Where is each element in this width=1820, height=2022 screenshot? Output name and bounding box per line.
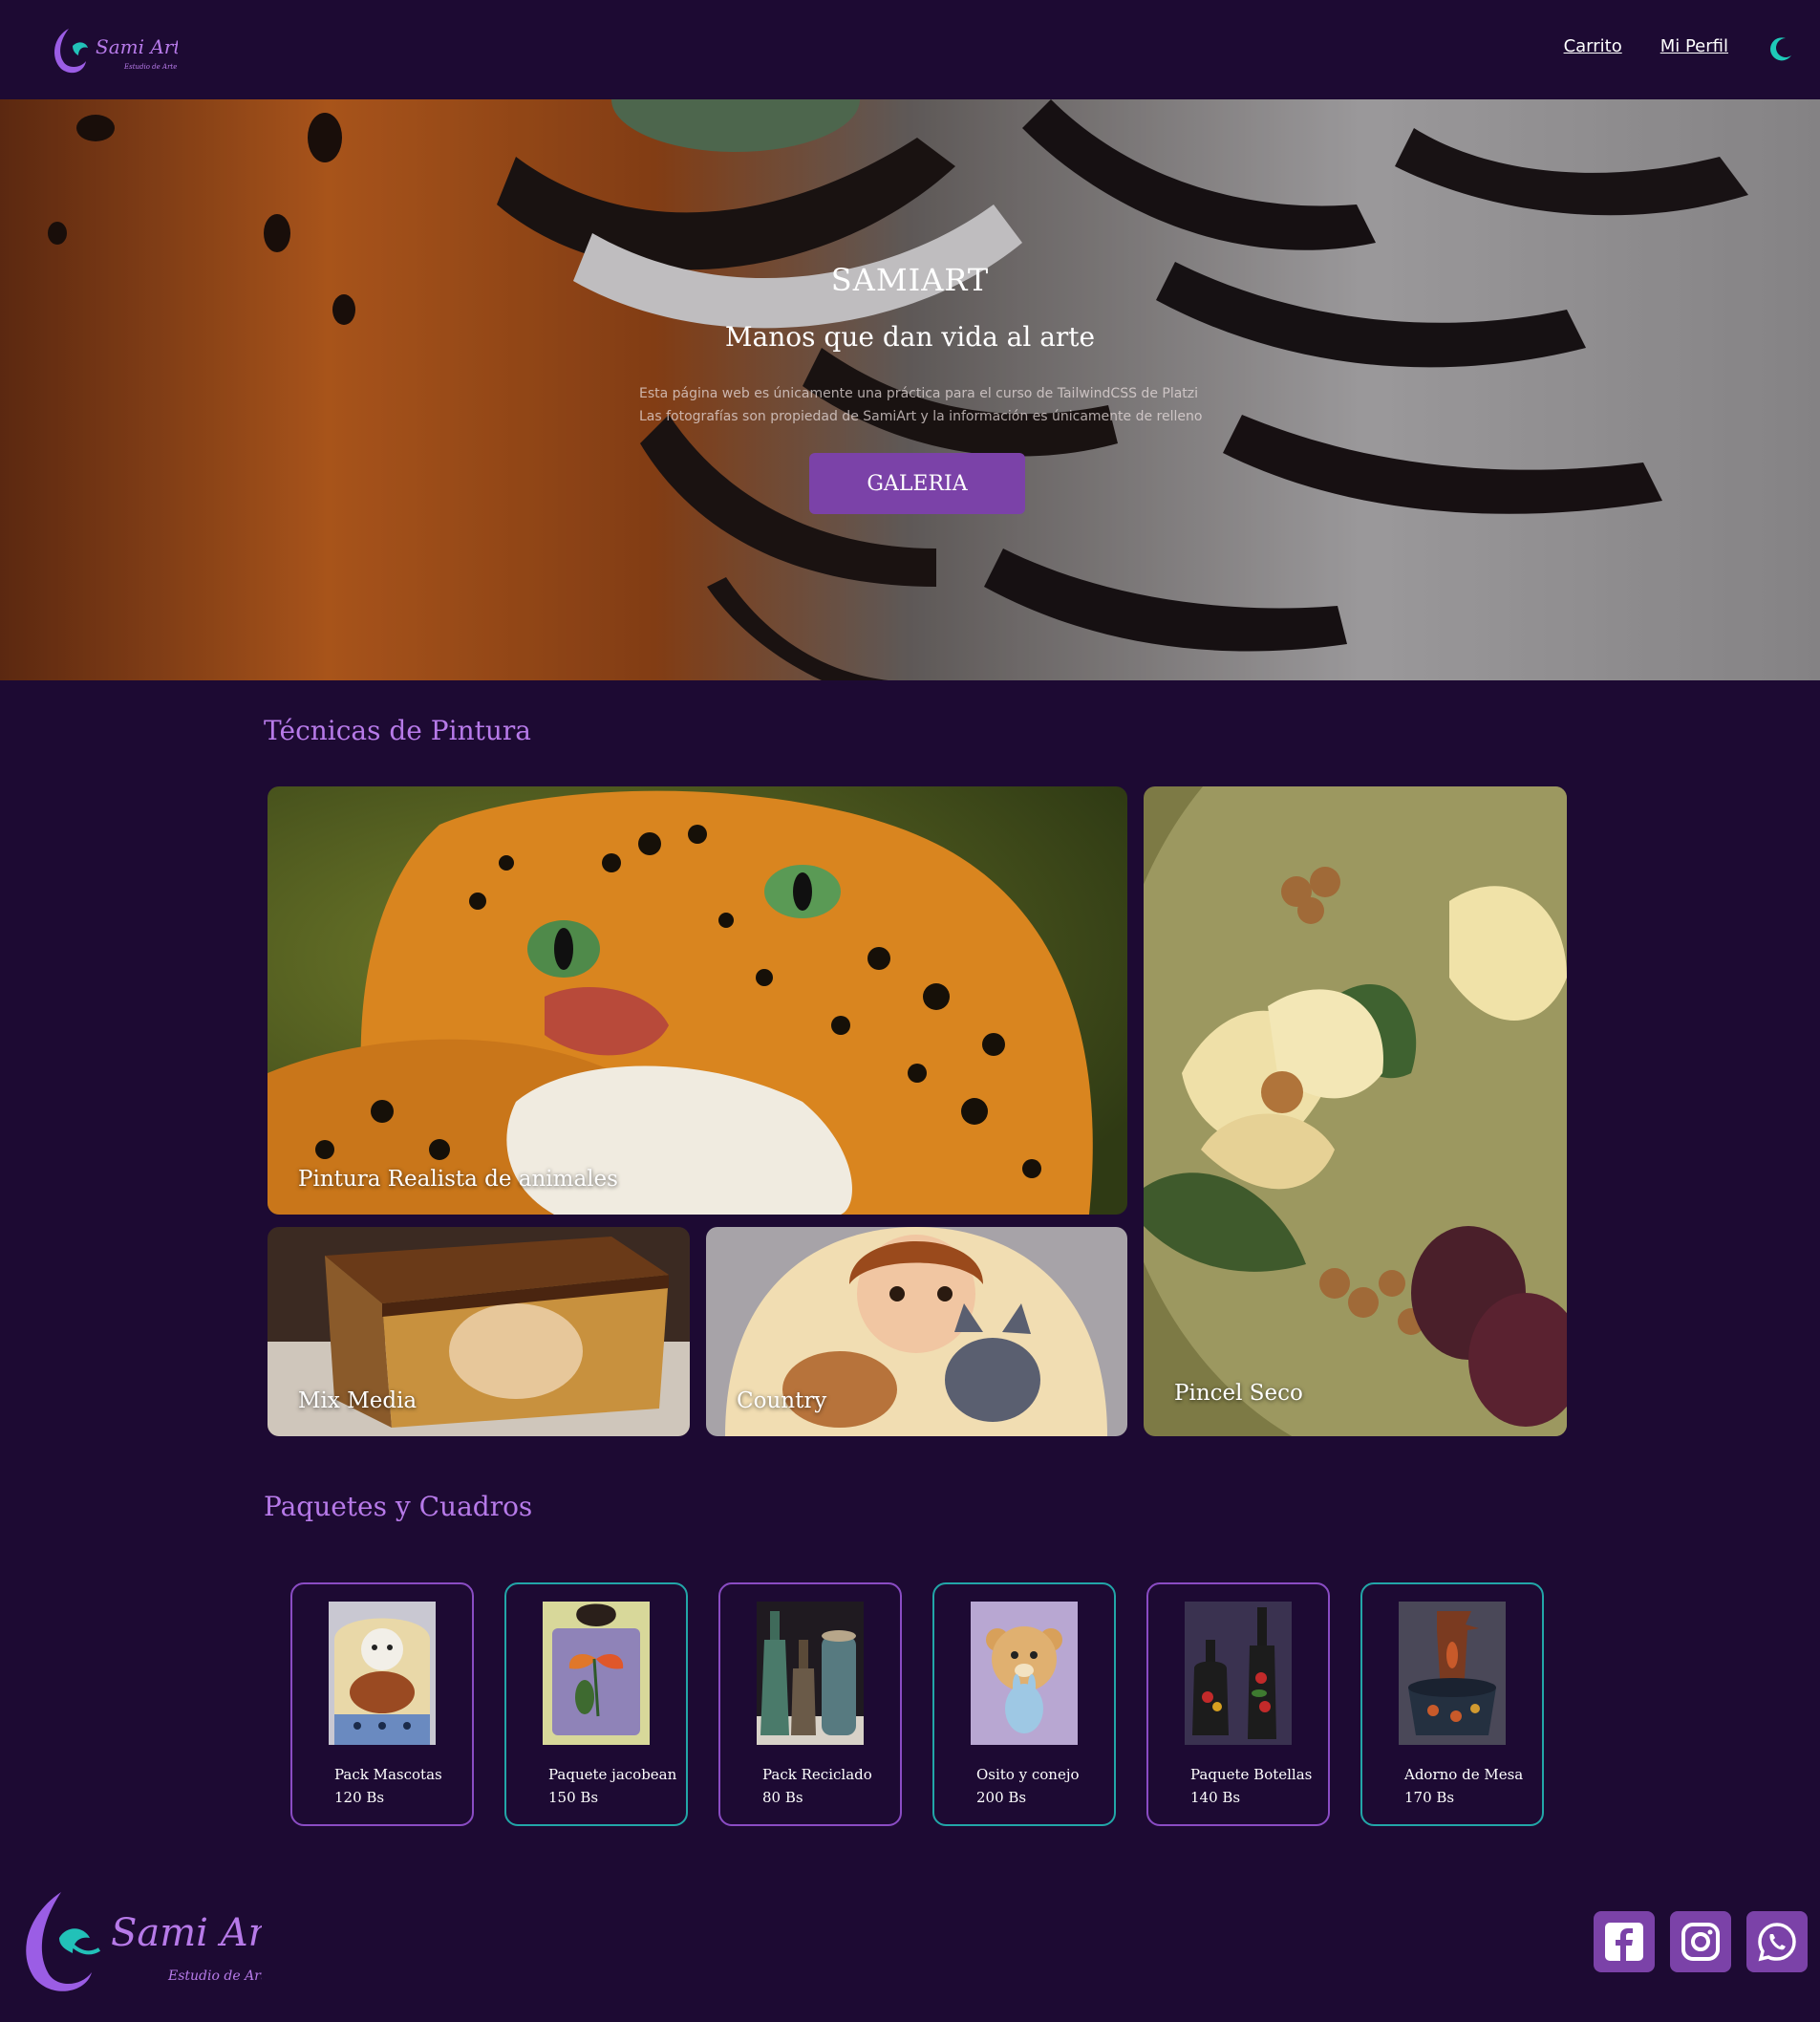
technique-card-country[interactable]: Country [706,1227,1127,1436]
product-name: Paquete jacobean [548,1766,677,1783]
jaguar-image [268,786,1127,1215]
product-card[interactable]: Adorno de Mesa 170 Bs [1360,1582,1544,1826]
top-navbar: Sami Art Estudio de Arte Carrito Mi Perf… [0,0,1820,99]
hero-subtitle: Manos que dan vida al arte [724,321,1096,353]
product-price: 200 Bs [976,1789,1027,1806]
product-name: Pack Reciclado [762,1766,872,1783]
product-name: Pack Mascotas [334,1766,442,1783]
technique-label: Pincel Seco [1174,1381,1303,1406]
footer-logo[interactable]: Sami Art Estudio de Arte [13,1886,283,2001]
product-card[interactable]: Paquete jacobean 150 Bs [504,1582,688,1826]
product-name: Adorno de Mesa [1404,1766,1524,1783]
hero-disclaimer: Esta página web es únicamente una prácti… [639,382,1212,428]
hero-disclaimer-line: Esta página web es únicamente una prácti… [639,386,1199,401]
product-card[interactable]: Pack Reciclado 80 Bs [718,1582,902,1826]
technique-label: Mix Media [298,1388,418,1413]
technique-card-dry-brush[interactable]: Pincel Seco [1144,786,1567,1436]
svg-text:Estudio de Arte: Estudio de Arte [123,63,177,71]
gallery-button[interactable]: GALERIA [809,453,1025,514]
magnolia-image [1144,786,1567,1436]
product-card[interactable]: Paquete Botellas 140 Bs [1146,1582,1330,1826]
logo[interactable]: Sami Art Estudio de Arte [44,19,182,80]
product-image-table-ornament [1399,1602,1506,1745]
technique-label: Pintura Realista de animales [298,1167,618,1192]
instagram-button[interactable] [1670,1911,1731,1972]
moon-icon[interactable] [1766,34,1795,63]
product-image-teddy [971,1602,1078,1745]
nav-cart-link[interactable]: Carrito [1564,36,1622,56]
svg-text:Sami Art: Sami Art [111,1911,262,1955]
facebook-icon [1605,1923,1643,1961]
product-image-recycled [757,1602,864,1745]
techniques-title: Técnicas de Pintura [264,715,531,746]
product-price: 170 Bs [1404,1789,1455,1806]
product-image-bottles [1185,1602,1292,1745]
product-card[interactable]: Pack Mascotas 120 Bs [290,1582,474,1826]
svg-text:Estudio de Arte: Estudio de Arte [167,1968,262,1984]
product-image-pets [329,1602,436,1745]
instagram-icon [1681,1923,1720,1961]
hero-title: SAMIART [830,262,990,298]
packages-title: Paquetes y Cuadros [264,1491,533,1522]
product-price: 120 Bs [334,1789,385,1806]
hero-disclaimer-line: Las fotografías son propiedad de SamiArt… [639,409,1203,424]
hero-banner: SAMIART Manos que dan vida al arte Esta … [0,99,1820,680]
product-price: 150 Bs [548,1789,599,1806]
technique-card-mix-media[interactable]: Mix Media [268,1227,690,1436]
nav-profile-link[interactable]: Mi Perfil [1660,36,1728,56]
product-price: 80 Bs [762,1789,803,1806]
technique-label: Country [737,1388,827,1413]
product-name: Osito y conejo [976,1766,1080,1783]
product-name: Paquete Botellas [1190,1766,1313,1783]
whatsapp-button[interactable] [1746,1911,1808,1972]
product-price: 140 Bs [1190,1789,1241,1806]
whatsapp-icon [1758,1923,1796,1962]
technique-card-realistic[interactable]: Pintura Realista de animales [268,786,1127,1215]
product-image-jacobean [543,1602,650,1745]
facebook-button[interactable] [1594,1911,1655,1972]
svg-text:Sami Art: Sami Art [96,35,178,58]
product-card[interactable]: Osito y conejo 200 Bs [932,1582,1116,1826]
